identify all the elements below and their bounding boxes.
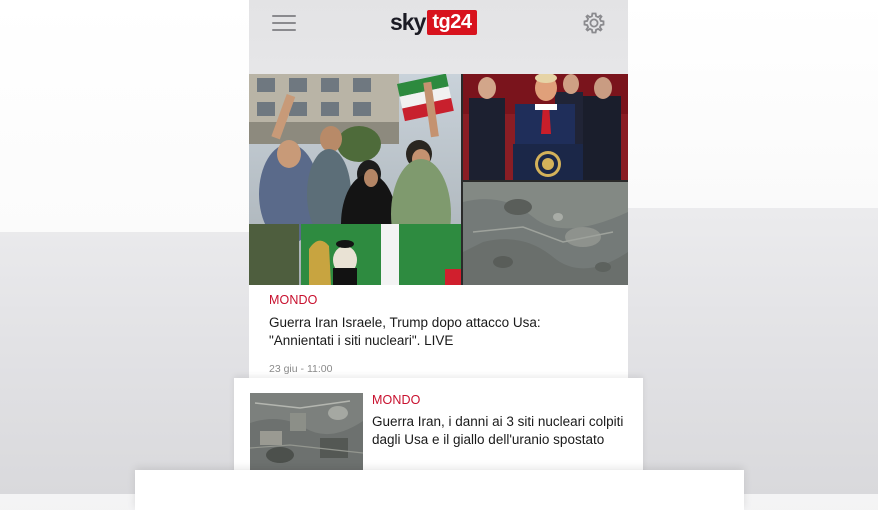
sky-tg24-logo[interactable]: sky tg24: [390, 9, 477, 35]
main-article-headline[interactable]: Guerra Iran Israele, Trump dopo attacco …: [269, 314, 609, 350]
background-panel-right: [628, 0, 878, 208]
second-article-card[interactable]: MONDO Guerra Iran, i danni ai 3 siti nuc…: [234, 378, 643, 478]
second-article-category[interactable]: MONDO: [372, 393, 420, 407]
press-conference-photo: [463, 74, 628, 180]
app-header: sky tg24: [249, 0, 628, 74]
second-headline-line-2: dagli Usa e il giallo dell'uranio sposta…: [372, 432, 605, 447]
logo-sky-text: sky: [390, 9, 426, 35]
main-article-card[interactable]: MONDO Guerra Iran Israele, Trump dopo at…: [249, 285, 628, 385]
satellite-photo: [463, 182, 628, 285]
logo-tg24-badge: tg24: [427, 9, 477, 35]
second-article-thumbnail[interactable]: [250, 393, 363, 470]
third-article-card[interactable]: [135, 470, 744, 510]
protest-photo: [249, 74, 461, 285]
main-headline-line-1: Guerra Iran Israele, Trump dopo attacco …: [269, 315, 541, 330]
main-headline-line-2: "Annientati i siti nucleari". LIVE: [269, 333, 454, 348]
main-article-timestamp: 23 giu - 11:00: [269, 363, 333, 375]
second-article-headline[interactable]: Guerra Iran, i danni ai 3 siti nucleari …: [372, 413, 632, 449]
hamburger-menu-icon[interactable]: [272, 14, 296, 32]
background-panel-left: [0, 0, 250, 232]
hero-image-collage[interactable]: [249, 74, 628, 285]
second-headline-line-1: Guerra Iran, i danni ai 3 siti nucleari …: [372, 414, 624, 429]
gear-icon[interactable]: [582, 11, 606, 35]
main-article-category[interactable]: MONDO: [269, 293, 317, 307]
